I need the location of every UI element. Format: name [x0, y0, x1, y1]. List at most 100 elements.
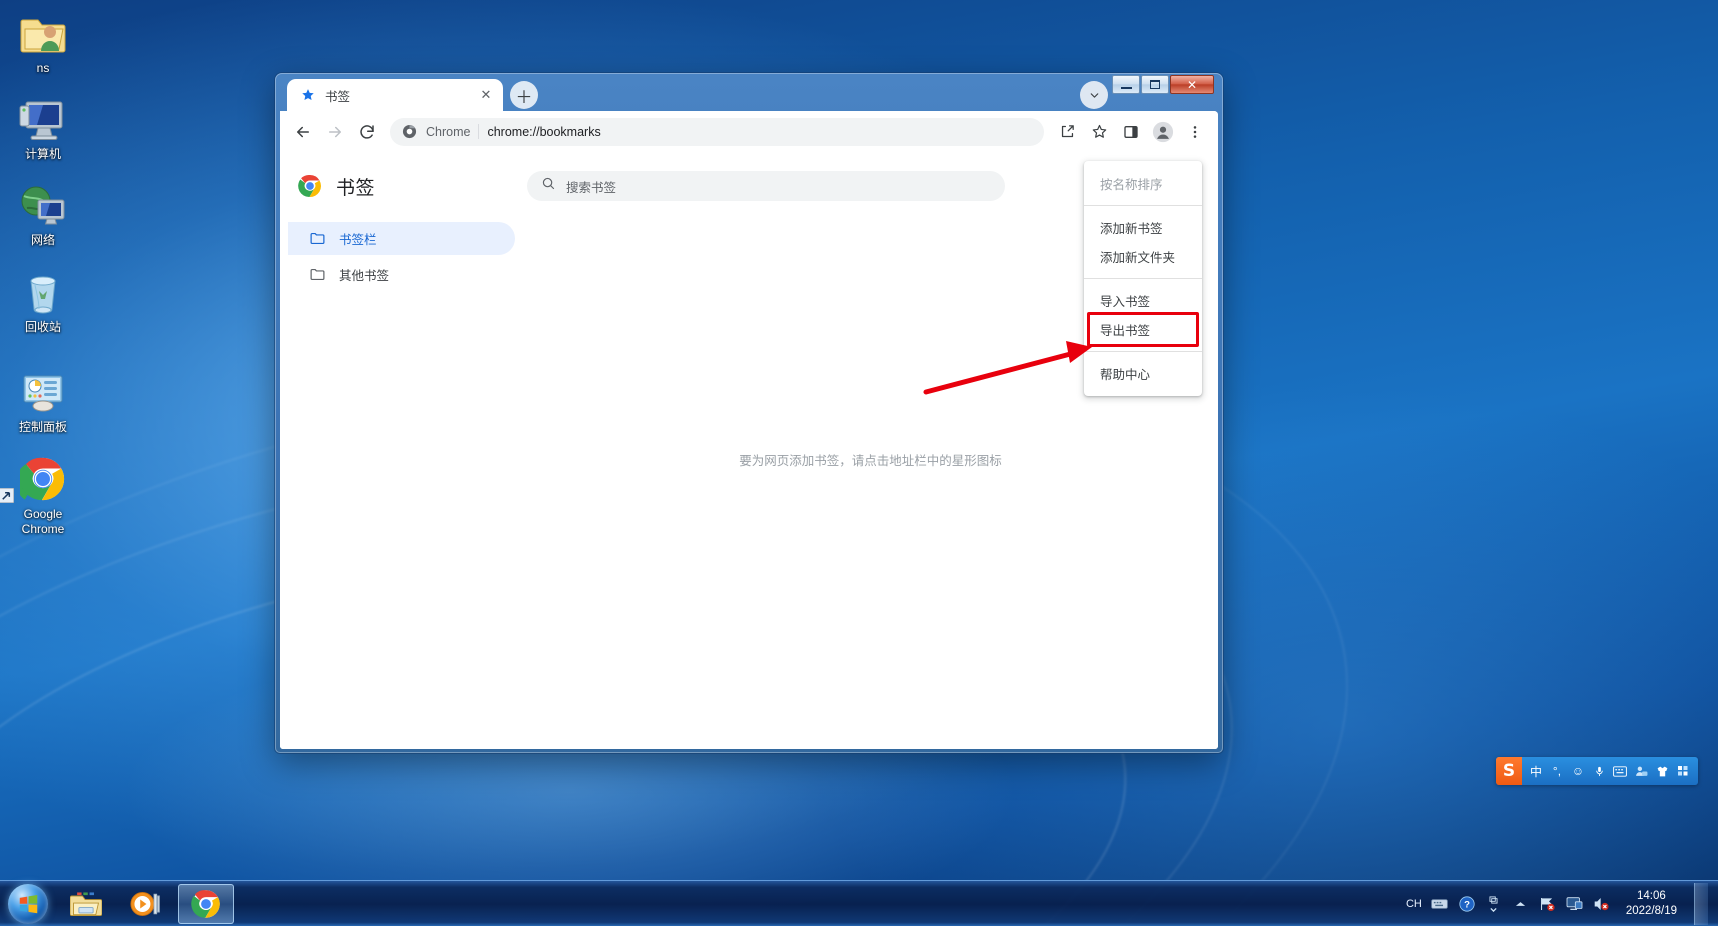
apps-icon[interactable]: [1676, 765, 1690, 777]
desktop-icon-google-chrome[interactable]: Google Chrome: [0, 452, 86, 537]
desktop-icon-recycle-bin[interactable]: 回收站: [0, 265, 86, 334]
punctuation-icon[interactable]: °,: [1550, 764, 1564, 778]
profile-avatar-icon[interactable]: [1148, 117, 1178, 147]
desktop-icon-label: Google Chrome: [21, 507, 65, 536]
desktop-icon-ns[interactable]: ns: [0, 6, 86, 75]
taskbar-item-media-player[interactable]: [118, 884, 174, 924]
network-error-icon[interactable]: [1539, 895, 1557, 913]
tab-title: 书签: [325, 89, 351, 104]
keyboard-icon[interactable]: [1613, 765, 1627, 777]
sidebar-item-bookmarks-bar[interactable]: 书签栏: [288, 222, 515, 255]
search-input[interactable]: 搜索书签: [527, 171, 1006, 201]
clock-date: 2022/8/19: [1625, 904, 1677, 917]
star-outline-icon[interactable]: [1084, 117, 1114, 147]
recycle-bin-icon: [0, 265, 86, 315]
browser-toolbar: Chrome chrome://bookmarks: [280, 111, 1218, 152]
bookmark-manager-body: 书签栏 其他书签 要为网页添加书签，请点击地址栏中的星形图标: [280, 208, 1218, 749]
desktop-icon-control-panel[interactable]: 控制面板: [0, 365, 86, 434]
minimize-button[interactable]: [1112, 75, 1140, 94]
expand-icon[interactable]: [1485, 895, 1503, 913]
menu-item-export-bookmarks[interactable]: 导出书签: [1084, 315, 1202, 344]
user-icon[interactable]: [1634, 765, 1648, 777]
side-panel-icon[interactable]: [1116, 117, 1146, 147]
show-desktop-button[interactable]: [1694, 882, 1708, 925]
chrome-logo-icon: [402, 124, 418, 140]
taskbar-item-chrome[interactable]: [178, 883, 234, 924]
address-bar[interactable]: Chrome chrome://bookmarks: [390, 117, 1044, 146]
system-tray: CH ? 14:06 2022/8/19: [1406, 882, 1718, 925]
tab-strip: 书签 ✕ ＋ ✕: [280, 73, 1218, 111]
clock-time: 14:06: [1637, 889, 1666, 902]
desktop-icon-label: 计算机: [24, 147, 61, 161]
chevron-down-icon[interactable]: [1080, 81, 1108, 109]
empty-state-message: 要为网页添加书签，请点击地址栏中的星形图标: [739, 454, 1002, 468]
new-tab-button[interactable]: ＋: [510, 81, 538, 109]
search-placeholder: 搜索书签: [566, 180, 617, 195]
omnibox-chip: Chrome: [426, 124, 471, 139]
ime-mode-toggle[interactable]: 中: [1529, 763, 1543, 780]
taskbar-clock[interactable]: 14:06 2022/8/19: [1626, 889, 1677, 919]
desktop-icon-label: ns: [36, 61, 50, 75]
folder-icon: [309, 230, 326, 247]
reload-icon[interactable]: [352, 117, 382, 147]
three-dot-menu-icon[interactable]: [1180, 117, 1210, 147]
bookmark-manager-header: 书签 搜索书签: [280, 152, 1218, 208]
sogou-ime-toolbar: S 中 °, ☺: [1496, 757, 1698, 785]
menu-item-sort-by-name[interactable]: 按名称排序: [1084, 169, 1202, 198]
bookmark-folder-sidebar: 书签栏 其他书签: [280, 208, 523, 749]
chrome-logo-icon: [298, 174, 322, 198]
maximize-button[interactable]: [1141, 75, 1169, 94]
network-icon: [0, 178, 86, 228]
menu-item-add-new-folder[interactable]: 添加新文件夹: [1084, 242, 1202, 271]
show-hidden-icons-icon[interactable]: [1512, 895, 1530, 913]
window-caption-buttons: ✕: [1112, 75, 1214, 94]
menu-separator: [1084, 351, 1202, 352]
start-orb-icon: [8, 883, 48, 924]
share-icon[interactable]: [1052, 117, 1082, 147]
forward-arrow-icon[interactable]: [320, 117, 350, 147]
sogou-logo-icon[interactable]: S: [1496, 757, 1522, 785]
sidebar-item-label: 书签栏: [339, 233, 377, 247]
desktop-icon-label: 控制面板: [18, 420, 67, 434]
control-panel-icon: [0, 365, 86, 415]
back-arrow-icon[interactable]: [288, 117, 318, 147]
folder-icon: [309, 266, 326, 283]
search-icon: [541, 176, 556, 196]
desktop-icon-label: 回收站: [24, 320, 61, 334]
browser-content: Chrome chrome://bookmarks 书签 搜索书签 书签栏 其他…: [280, 111, 1218, 749]
close-button[interactable]: ✕: [1170, 75, 1214, 94]
microphone-icon[interactable]: [1592, 765, 1606, 778]
keyboard-icon[interactable]: [1431, 895, 1449, 913]
bookmark-manager-context-menu: 按名称排序 添加新书签 添加新文件夹 导入书签 导出书签 帮助中心: [1084, 161, 1202, 396]
display-icon[interactable]: [1566, 895, 1584, 913]
tray-language-indicator[interactable]: CH: [1406, 898, 1422, 910]
sidebar-item-other-bookmarks[interactable]: 其他书签: [288, 258, 515, 291]
page-title: 书签: [336, 177, 376, 199]
omnibox-url: chrome://bookmarks: [487, 124, 601, 139]
sidebar-item-label: 其他书签: [339, 269, 390, 283]
menu-item-import-bookmarks[interactable]: 导入书签: [1084, 286, 1202, 315]
browser-tab-bookmarks[interactable]: 书签 ✕: [287, 79, 503, 111]
computer-icon: [0, 92, 86, 142]
bookmark-manager-page: 书签 搜索书签 书签栏 其他书签 要为网页添加书签，请点击地址栏中的星形图标: [280, 152, 1218, 749]
skin-icon[interactable]: [1655, 765, 1669, 778]
start-button[interactable]: [2, 883, 54, 925]
taskbar-item-file-explorer[interactable]: [58, 884, 114, 924]
star-icon: [300, 87, 316, 103]
emoji-icon[interactable]: ☺: [1571, 764, 1585, 778]
svg-text:?: ?: [1464, 899, 1470, 910]
chrome-browser-window: 书签 ✕ ＋ ✕ Chrome chrome://bookmarks 书签 搜索…: [275, 73, 1223, 753]
close-icon[interactable]: ✕: [478, 87, 494, 103]
help-icon[interactable]: ?: [1458, 895, 1476, 913]
menu-item-help-center[interactable]: 帮助中心: [1084, 359, 1202, 388]
desktop-icon-label: 网络: [30, 233, 55, 247]
chrome-icon: [0, 452, 86, 503]
user-folder-icon: [0, 6, 86, 56]
menu-item-add-new-bookmark[interactable]: 添加新书签: [1084, 213, 1202, 242]
windows-taskbar: CH ? 14:06 2022/8/19: [0, 880, 1718, 926]
desktop-icon-computer[interactable]: 计算机: [0, 92, 86, 161]
volume-mute-icon[interactable]: [1593, 895, 1611, 913]
desktop-icon-network[interactable]: 网络: [0, 178, 86, 247]
menu-separator: [1084, 205, 1202, 206]
menu-separator: [1084, 278, 1202, 279]
